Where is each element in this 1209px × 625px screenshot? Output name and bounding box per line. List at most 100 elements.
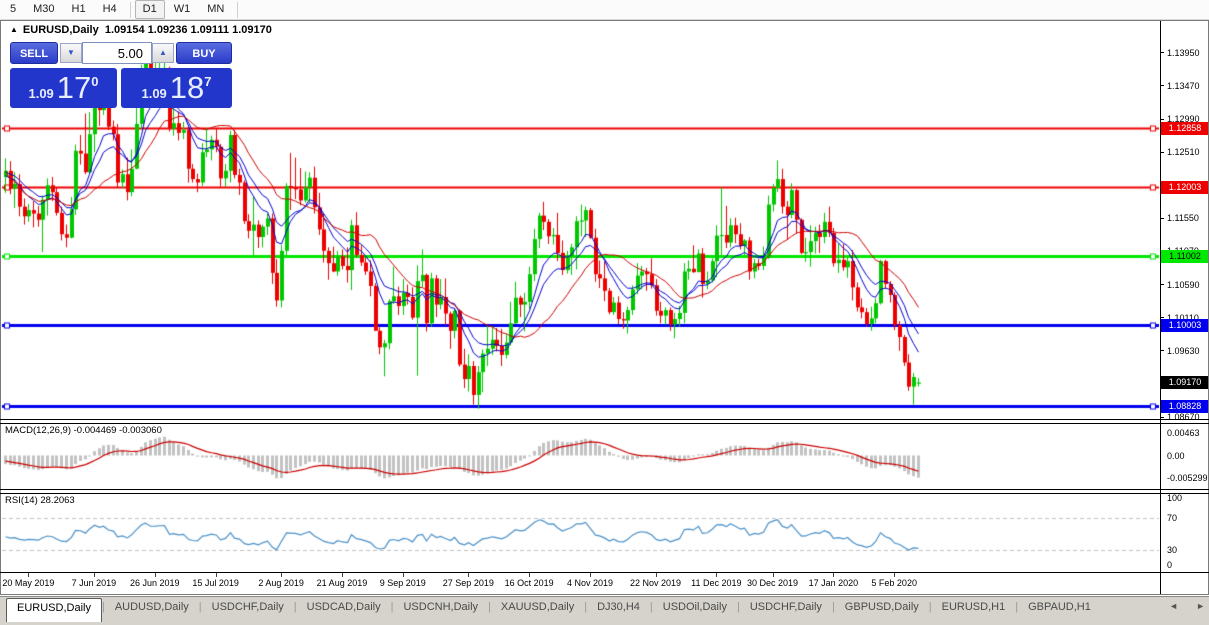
date-label: 5 Feb 2020 [871,578,917,588]
date-label: 26 Jun 2019 [129,578,180,588]
chart-title: ▲ EURUSD,Daily 1.09154 1.09236 1.09111 1.… [10,24,272,36]
pane-splitter [0,572,1209,573]
pane-splitter[interactable] [0,493,1209,494]
tab-scroll-right-icon[interactable]: ► [1196,602,1205,611]
date-label: 30 Dec 2019 [746,578,799,588]
toolbar-separator [237,1,239,18]
date-label: 27 Sep 2019 [442,578,494,588]
date-label: 20 May 2019 [2,578,55,588]
date-tick [716,573,718,577]
tab-eurusd-h1[interactable]: EURUSD,H1 [932,597,1016,621]
sell-price-big: 17 [56,70,92,105]
date-tick [468,573,470,577]
window-border-bottom [0,594,1209,595]
indicator-axis-label: 0.00463 [1167,428,1200,439]
date-label: 15 Jul 2019 [192,578,239,588]
price-tick-label: 1.11550 [1167,213,1199,224]
price-tick-label: 1.13950 [1167,47,1200,58]
tab-xauusd-daily[interactable]: XAUUSD,Daily [491,597,584,621]
timeframe-button-mn[interactable]: MN [199,0,232,19]
tab-dj30-h4[interactable]: DJ30,H4 [587,597,650,621]
timeframe-button-h1[interactable]: H1 [64,0,94,19]
date-label: 9 Sep 2019 [379,578,426,588]
date-label: 21 Aug 2019 [316,578,368,588]
hline-price-label[interactable]: 1.12003 [1161,180,1209,194]
price-tick-label: 1.12510 [1167,147,1200,158]
buy-price-small: 1.09 [141,85,167,101]
volume-input[interactable] [82,42,152,64]
tab-usdcad-daily[interactable]: USDCAD,Daily [297,597,391,621]
sell-price-small: 1.09 [28,85,54,101]
timeframe-button-h4[interactable]: H4 [95,0,125,19]
date-tick [590,573,591,577]
window-border-left [0,21,1,595]
ohlc-low: 1.09111 [190,24,230,36]
tab-eurusd-daily[interactable]: EURUSD,Daily [6,598,102,622]
indicator-axis-label: 100 [1167,493,1183,503]
timeframe-button-d1[interactable]: D1 [134,0,165,19]
ohlc-close: 1.09170 [232,24,272,36]
tab-gbpusd-daily[interactable]: GBPUSD,Daily [835,597,929,621]
tab-audusd-daily[interactable]: AUDUSD,Daily [105,597,199,621]
sell-button[interactable]: SELL [10,42,58,64]
timeframe-button-5[interactable]: 5 [2,0,24,19]
pane-splitter[interactable] [0,489,1209,490]
date-label: 11 Dec 2019 [691,578,742,588]
window-border-top [0,20,1209,21]
toolbar-separator [129,1,131,18]
tab-scroll-left-icon[interactable]: ◄ [1169,602,1178,611]
buy-price-display[interactable]: 1.09 18 7 [121,68,232,108]
one-click-trade-panel: SELL ▼ ▲ BUY 1.09 17 0 1.09 18 7 [10,42,232,108]
volume-increase-button[interactable]: ▲ [152,43,174,63]
price-tick-label: 1.13470 [1167,80,1200,91]
indicator-axis-label: 0 [1167,560,1173,570]
timeframe-toolbar: 5 M30 H1 H4 D1 W1 MN [0,0,1209,20]
date-label: 22 Nov 2019 [629,578,682,588]
buy-price-sup: 7 [204,73,212,89]
hline-price-label[interactable]: 1.11002 [1161,249,1209,263]
hline-price-label[interactable]: 1.12858 [1161,121,1209,135]
pane-splitter[interactable] [0,423,1209,424]
sell-price-display[interactable]: 1.09 17 0 [10,68,117,108]
date-tick [529,573,531,577]
rsi-title: RSI(14) 28.2063 [5,495,75,506]
date-label: 4 Nov 2019 [566,578,614,588]
tab-usdoil-daily[interactable]: USDOil,Daily [653,597,737,621]
price-tick-label: 1.08670 [1167,412,1200,422]
date-tick [215,573,217,577]
ohlc-high: 1.09236 [147,24,188,36]
chart-tab-bar: EURUSD,Daily | AUDUSD,Daily | USDCHF,Daily | U… [0,596,1209,625]
indicator-axis-label: 70 [1167,513,1178,524]
chevron-down-icon: ▼ [67,48,75,57]
hline-price-label[interactable]: 1.10003 [1161,318,1209,332]
price-tick-label: 1.10590 [1167,279,1200,290]
timeframe-button-m30[interactable]: M30 [25,0,62,19]
indicator-axis-label: -0.005299 [1167,473,1208,483]
tab-gbpaud-h1[interactable]: GBPAUD,H1 [1018,597,1101,621]
ohlc-open: 1.09154 [104,24,145,36]
volume-decrease-button[interactable]: ▼ [60,43,82,63]
mt4-terminal: 5 M30 H1 H4 D1 W1 MN ▲ EURUSD,Daily 1.09154 1.0… [0,0,1209,625]
date-tick [154,573,156,577]
tab-usdchf-daily[interactable]: USDCHF,Daily [740,597,832,621]
hline-price-label[interactable]: 1.08828 [1161,399,1209,413]
date-tick [281,573,283,577]
price-axis-panel[interactable] [1161,21,1209,594]
price-tick-label: 1.09630 [1167,345,1200,356]
date-tick [93,573,95,577]
macd-title: MACD(12,26,9) -0.004469 -0.003060 [5,425,162,436]
date-tick [894,573,896,577]
indicator-axis-label: 0.00 [1167,450,1185,461]
date-label: 17 Jan 2020 [808,578,859,588]
tab-usdchf-daily[interactable]: USDCHF,Daily [202,597,294,621]
sell-price-sup: 0 [91,73,99,89]
date-label: 16 Oct 2019 [504,578,554,588]
pane-splitter[interactable] [0,419,1209,420]
date-tick [341,573,343,577]
collapse-triangle-icon[interactable]: ▲ [10,25,18,34]
chart-symbol: EURUSD,Daily [22,24,99,36]
date-tick [28,573,30,577]
tab-usdcnh-daily[interactable]: USDCNH,Daily [393,597,488,621]
timeframe-button-w1[interactable]: W1 [166,0,199,19]
buy-button[interactable]: BUY [176,42,232,64]
